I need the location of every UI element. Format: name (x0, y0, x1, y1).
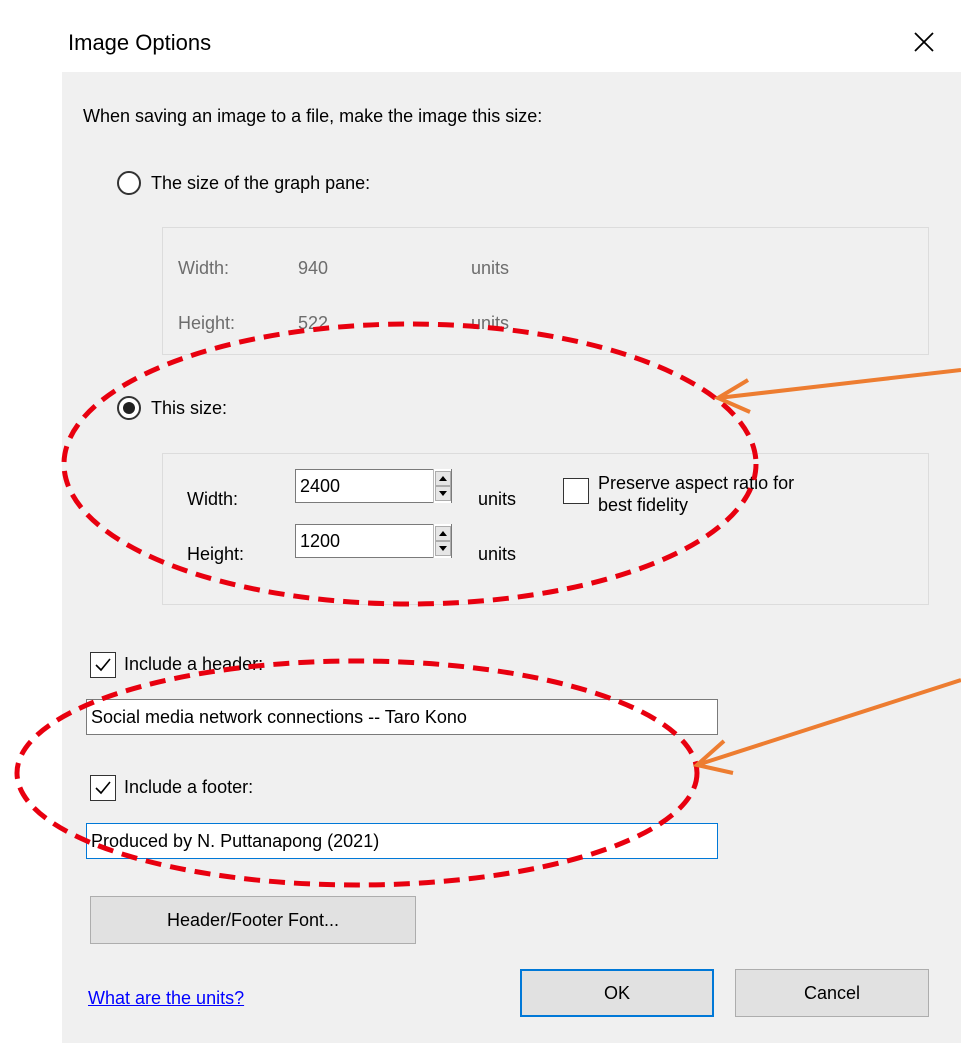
intro-text: When saving an image to a file, make the… (83, 106, 543, 126)
custom-height-label: Height: (187, 544, 245, 564)
footer-text-input[interactable] (86, 823, 718, 859)
up-arrow-icon (439, 476, 447, 481)
header-text-input[interactable] (86, 699, 718, 735)
down-arrow-icon (439, 546, 447, 551)
graph-pane-width-label: Width: (178, 258, 230, 278)
graph-pane-height-value: 522 (298, 313, 329, 333)
custom-height-units: units (478, 544, 517, 564)
checkmark-icon (95, 781, 111, 795)
dialog-title: Image Options (68, 30, 212, 55)
width-stepper[interactable] (295, 469, 452, 503)
graph-pane-width-units: units (471, 258, 510, 278)
width-increment-button[interactable] (435, 471, 451, 486)
height-increment-button[interactable] (435, 526, 451, 541)
preserve-aspect-label: Preserve aspect ratio for best fidelity (598, 472, 794, 516)
custom-size-radio[interactable] (117, 396, 141, 420)
include-footer-checkbox[interactable] (90, 775, 116, 801)
graph-pane-height-units: units (471, 313, 510, 333)
custom-width-label: Width: (187, 489, 239, 509)
height-input[interactable] (295, 524, 452, 558)
checkmark-icon (95, 658, 111, 672)
close-icon (914, 32, 934, 52)
height-decrement-button[interactable] (435, 541, 451, 556)
preserve-aspect-label-line2: best fidelity (598, 495, 689, 515)
units-help-link[interactable]: What are the units? (88, 988, 244, 1009)
title-bar: Image Options (0, 0, 961, 72)
include-footer-label: Include a footer: (124, 777, 254, 797)
down-arrow-icon (439, 491, 447, 496)
graph-pane-width-value: 940 (298, 258, 329, 278)
up-arrow-icon (439, 531, 447, 536)
include-header-checkbox[interactable] (90, 652, 116, 678)
height-spinner (433, 524, 451, 558)
preserve-aspect-label-line1: Preserve aspect ratio for (598, 473, 795, 493)
graph-pane-size-label: The size of the graph pane: (151, 173, 371, 193)
custom-size-label: This size: (151, 398, 228, 418)
height-stepper[interactable] (295, 524, 452, 558)
close-button[interactable] (900, 20, 948, 64)
graph-pane-size-group: Width: 940 units Height: 522 units (162, 227, 929, 355)
ok-button[interactable]: OK (520, 969, 714, 1017)
preserve-aspect-checkbox[interactable] (563, 478, 589, 504)
graph-pane-height-label: Height: (178, 313, 236, 333)
custom-width-units: units (478, 489, 517, 509)
graph-pane-size-radio[interactable] (117, 171, 141, 195)
dialog-body: When saving an image to a file, make the… (62, 72, 961, 1043)
header-footer-font-button[interactable]: Header/Footer Font... (90, 896, 416, 944)
width-decrement-button[interactable] (435, 486, 451, 501)
include-header-label: Include a header: (124, 654, 264, 674)
width-spinner (433, 469, 451, 503)
width-input[interactable] (295, 469, 452, 503)
cancel-button[interactable]: Cancel (735, 969, 929, 1017)
custom-size-group: Width: units Preserve aspect ratio for b… (162, 453, 929, 605)
